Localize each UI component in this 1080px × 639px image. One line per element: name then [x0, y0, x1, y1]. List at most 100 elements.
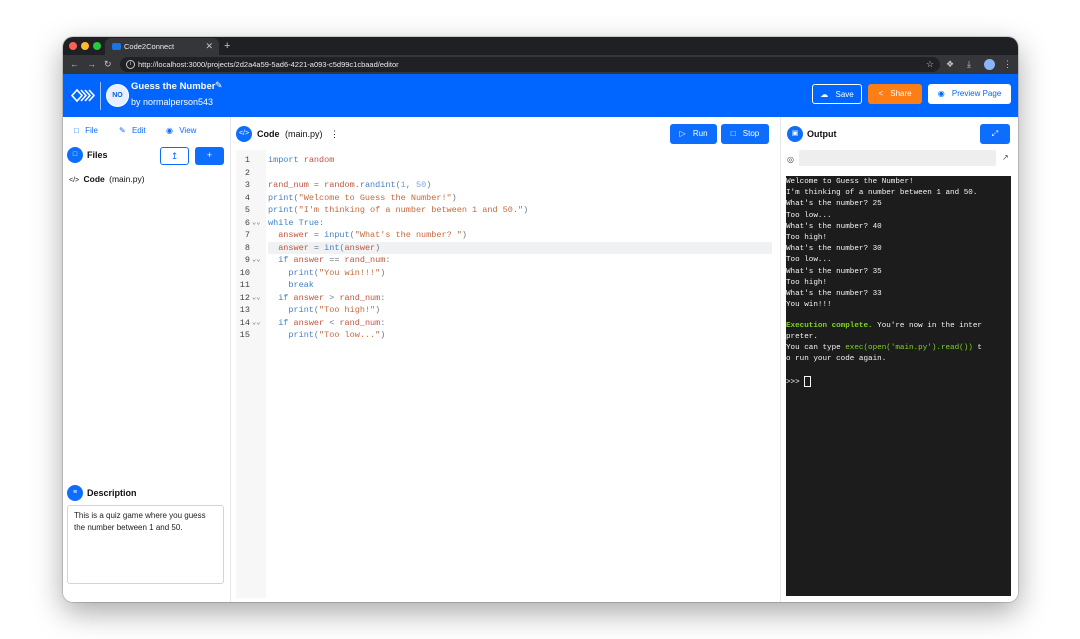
- terminal-output[interactable]: Welcome to Guess the Number! I'm thinking…: [786, 176, 1011, 596]
- terminal-line: What's the number? 30: [786, 245, 882, 254]
- line-number-text: 7: [244, 230, 250, 240]
- fold-chevron-icon[interactable]: ⌄⌄: [252, 292, 260, 305]
- stop-button[interactable]: □ Stop: [721, 124, 769, 144]
- editor-filename: (main.py): [285, 129, 323, 139]
- browser-menu-icon[interactable]: ⋮: [1003, 55, 1012, 74]
- editor-menu-icon[interactable]: ⋮: [330, 129, 339, 139]
- hint-code: exec(open('main.py').read()): [845, 344, 973, 352]
- minimize-window-button[interactable]: [81, 42, 89, 50]
- output-heading: Output: [807, 129, 837, 139]
- prompt-line[interactable]: >>>: [786, 376, 812, 389]
- code-line[interactable]: break: [268, 279, 772, 292]
- plus-icon: +: [206, 150, 213, 160]
- forward-arrow-icon[interactable]: →: [87, 55, 96, 74]
- code-line[interactable]: print("Welcome to Guess the Number!"): [268, 192, 772, 205]
- fold-chevron-icon[interactable]: ⌄⌄: [252, 317, 260, 330]
- reload-icon[interactable]: ↻: [104, 55, 112, 74]
- line-number: 14 ⌄⌄: [236, 317, 266, 330]
- new-tab-button[interactable]: +: [224, 37, 230, 55]
- maximize-window-button[interactable]: [93, 42, 101, 50]
- open-external-icon[interactable]: ↗: [1002, 153, 1009, 162]
- code-line[interactable]: [268, 167, 772, 180]
- line-number-text: 9: [244, 255, 250, 265]
- run-button[interactable]: ▷ Run: [670, 124, 717, 144]
- terminal-line: You win!!!: [786, 301, 832, 310]
- code-line[interactable]: print("Too low..."): [268, 329, 772, 342]
- bookmark-star-icon[interactable]: ☆: [926, 57, 934, 72]
- execution-complete-label: Execution complete.: [786, 322, 873, 330]
- upload-icon: ↥: [170, 151, 179, 161]
- fold-chevron-icon[interactable]: ⌄⌄: [252, 254, 260, 267]
- share-button[interactable]: < Share: [868, 84, 922, 104]
- code-line[interactable]: answer = int(answer): [268, 241, 772, 254]
- code-line[interactable]: if answer > rand_num:: [268, 292, 772, 305]
- code-line[interactable]: import random: [268, 154, 772, 167]
- menu-file[interactable]: □ File: [74, 126, 98, 135]
- line-number-text: 6: [244, 217, 250, 228]
- browser-tab[interactable]: Code2Connect ✕: [105, 38, 219, 55]
- fullscreen-button[interactable]: ⤢: [980, 124, 1010, 144]
- description-icon: ≡: [67, 485, 83, 501]
- play-icon: ▷: [679, 129, 686, 138]
- line-number: 3: [236, 179, 266, 192]
- code-line[interactable]: while True:: [268, 217, 772, 230]
- profile-avatar-icon[interactable]: [984, 59, 995, 70]
- code2connect-logo-icon[interactable]: [71, 86, 97, 105]
- prompt-symbol: >>>: [786, 378, 805, 387]
- menu-view[interactable]: ◉ View: [166, 126, 196, 135]
- edit-title-icon[interactable]: ✎: [215, 80, 223, 91]
- code-line[interactable]: rand_num = random.randint(1, 50): [268, 179, 772, 192]
- code-line[interactable]: print("Too high!"): [268, 304, 772, 317]
- close-window-button[interactable]: [69, 42, 77, 50]
- terminal-line: Too high!: [786, 234, 828, 242]
- line-number: 5: [236, 204, 266, 217]
- back-arrow-icon[interactable]: ←: [70, 55, 79, 74]
- user-avatar[interactable]: NO: [106, 84, 129, 107]
- code-file-icon: </>: [69, 177, 80, 184]
- file-item-name: Code: [83, 174, 105, 184]
- code-line[interactable]: if answer < rand_num:: [268, 317, 772, 330]
- site-info-icon[interactable]: i: [126, 60, 135, 69]
- editor-title: Code: [257, 129, 280, 139]
- fold-chevron-icon[interactable]: ⌄⌄: [252, 217, 260, 230]
- project-author[interactable]: by normalperson543: [131, 97, 213, 107]
- tab-close-icon[interactable]: ✕: [205, 38, 213, 55]
- code-line[interactable]: if answer == rand_num:: [268, 254, 772, 267]
- header-divider: [100, 82, 101, 110]
- expand-icon: ⤢: [991, 129, 999, 138]
- eye-icon: ◉: [166, 126, 173, 135]
- preview-page-button[interactable]: ◉ Preview Page: [928, 84, 1011, 104]
- tab-strip: Code2Connect ✕ +: [63, 37, 1018, 55]
- url-field[interactable]: i http://localhost:3000/projects/2d2a4a5…: [120, 57, 940, 72]
- extensions-icon[interactable]: ❖: [946, 55, 954, 74]
- line-number-text: 10: [239, 267, 250, 278]
- run-button-label: Run: [692, 129, 708, 138]
- preview-url-field[interactable]: [799, 150, 996, 166]
- execution-complete-wrap: preter.: [786, 333, 818, 341]
- upload-file-button[interactable]: ↥: [160, 147, 189, 165]
- line-number: 15: [236, 329, 266, 342]
- url-text: http://localhost:3000/projects/2d2a4a59-…: [138, 60, 399, 69]
- save-button[interactable]: ☁ Save: [812, 84, 862, 104]
- terminal-line: Too low...: [786, 256, 832, 265]
- globe-icon: ◎: [787, 155, 794, 164]
- download-icon[interactable]: ⤓: [967, 55, 971, 74]
- code-line[interactable]: print("You win!!!"): [268, 267, 772, 280]
- editor-title-group: Code (main.py) ⋮: [257, 129, 339, 140]
- add-file-button[interactable]: +: [195, 147, 224, 165]
- line-number-text: 14: [239, 317, 250, 328]
- line-number: 10: [236, 267, 266, 280]
- line-number: 13: [236, 304, 266, 317]
- file-item-main-py[interactable]: </> Code (main.py): [69, 174, 145, 184]
- line-number-text: 2: [244, 167, 250, 178]
- terminal-line: Welcome to Guess the Number!: [786, 178, 914, 186]
- eye-icon: ◉: [937, 89, 945, 98]
- line-number: 9 ⌄⌄: [236, 254, 266, 267]
- code-line[interactable]: print("I'm thinking of a number between …: [268, 204, 772, 217]
- line-number-text: 1: [244, 155, 250, 165]
- code-line[interactable]: answer = input("What's the number? "): [268, 229, 772, 242]
- line-number-text: 13: [239, 305, 250, 315]
- hint-wrap: o run your code again.: [786, 355, 887, 363]
- description-textbox[interactable]: This is a quiz game where you guess the …: [67, 505, 224, 584]
- menu-edit[interactable]: ✎ Edit: [119, 126, 146, 135]
